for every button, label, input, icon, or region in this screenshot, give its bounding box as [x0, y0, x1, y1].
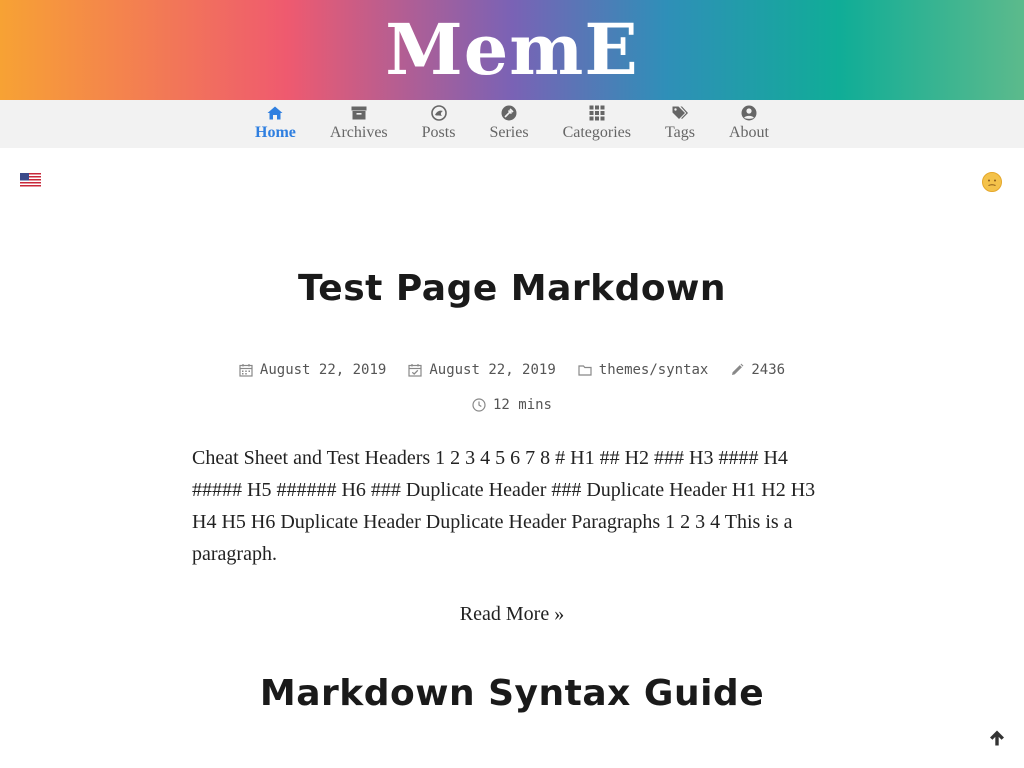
post-category[interactable]: themes/syntax — [578, 362, 709, 378]
back-to-top-button[interactable] — [988, 729, 1006, 747]
theme-toggle[interactable] — [981, 171, 1003, 193]
post-card: Test Page Markdown August 22, 2019 Augus… — [192, 268, 832, 626]
clock-icon — [472, 398, 486, 412]
nav-label: Home — [255, 124, 296, 141]
main-nav: Home Archives Posts Series Categories Ta… — [0, 100, 1024, 148]
nav-label: Tags — [664, 124, 695, 141]
calendar-icon — [239, 364, 253, 377]
sun-icon — [982, 172, 1002, 192]
nav-item-posts[interactable]: Posts — [421, 100, 456, 148]
home-icon — [267, 106, 283, 120]
series-icon — [501, 105, 517, 121]
updated-date: August 22, 2019 — [408, 362, 556, 378]
nav-item-tags[interactable]: Tags — [665, 100, 695, 148]
nav-item-series[interactable]: Series — [489, 100, 529, 148]
compass-icon — [430, 105, 447, 121]
arrow-up-icon — [990, 730, 1004, 746]
archive-icon — [351, 106, 367, 120]
post-reading-time: 12 mins — [192, 397, 832, 413]
word-count-text: 2436 — [751, 362, 786, 378]
word-count: 2436 — [730, 362, 785, 378]
tags-icon — [672, 106, 688, 119]
user-circle-icon — [741, 105, 757, 121]
nav-label: About — [728, 124, 769, 141]
grid-icon — [589, 105, 605, 121]
nav-label: Posts — [421, 124, 456, 141]
calendar-check-icon — [408, 364, 422, 377]
reading-time-text: 12 mins — [492, 397, 552, 413]
post-category-text: themes/syntax — [598, 362, 709, 378]
updated-date-text: August 22, 2019 — [429, 362, 556, 378]
us-flag-icon — [20, 173, 41, 188]
pencil-icon — [732, 363, 744, 375]
site-title[interactable]: MemE — [385, 15, 638, 85]
post-meta: August 22, 2019 August 22, 2019 themes/s… — [192, 362, 832, 378]
nav-item-home[interactable]: Home — [255, 100, 296, 148]
language-switch[interactable] — [20, 173, 41, 188]
post-title[interactable]: Test Page Markdown — [192, 268, 832, 309]
post-summary: Cheat Sheet and Test Headers 1 2 3 4 5 6… — [192, 447, 816, 565]
nav-item-about[interactable]: About — [729, 100, 769, 148]
nav-label: Archives — [329, 124, 388, 141]
nav-label: Categories — [562, 124, 631, 141]
read-more-link[interactable]: Read More » — [192, 603, 832, 626]
site-header: MemE — [0, 0, 1024, 100]
folder-icon — [578, 365, 592, 376]
nav-label: Series — [489, 124, 529, 141]
post-card: Markdown Syntax Guide — [192, 673, 832, 714]
nav-item-categories[interactable]: Categories — [563, 100, 631, 148]
published-date: August 22, 2019 — [239, 362, 386, 378]
published-date-text: August 22, 2019 — [259, 362, 387, 378]
reading-time: 12 mins — [472, 397, 552, 413]
post-title[interactable]: Markdown Syntax Guide — [192, 673, 832, 714]
nav-item-archives[interactable]: Archives — [330, 100, 388, 148]
